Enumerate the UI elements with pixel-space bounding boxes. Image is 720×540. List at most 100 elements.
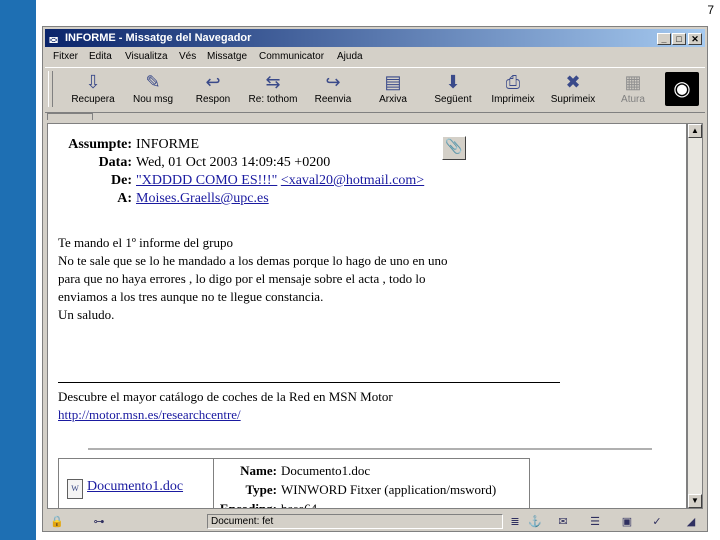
menu-fitxer[interactable]: Fitxer (53, 49, 78, 65)
paperclip-icon[interactable]: 📎 (442, 136, 466, 160)
connection-icon: ⊶ (93, 516, 105, 528)
print-icon: ⎙ (505, 72, 521, 92)
retrieve-mail-icon: ⇩ (85, 72, 101, 92)
stop-button[interactable]: ▦ Atura (605, 70, 661, 110)
offline-icon[interactable]: ≣ (505, 514, 525, 530)
maximize-button[interactable]: □ (672, 33, 686, 45)
date-value: Wed, 01 Oct 2003 14:09:45 +0200 (136, 155, 331, 170)
status-text: Document: fet (207, 514, 503, 529)
print-button[interactable]: ⎙ Imprimeix (485, 70, 541, 110)
to-label: A: (117, 191, 132, 206)
to-link[interactable]: Moises.Graells@upc.es (136, 190, 269, 208)
delete-icon: ✖ (565, 72, 581, 92)
reply-label: Respon (195, 94, 231, 105)
header-toggle-tab[interactable] (47, 113, 93, 120)
attachment-separator (88, 448, 652, 451)
status-bar: 🔒 ⊶ Document: fet ≣ ⚓ ✉ ☰ ▣ ✓ ◢ (45, 513, 705, 531)
slide-left-bar (0, 0, 36, 540)
attachment-encoding-value: base64 (281, 501, 318, 509)
reply-all-label: Re: tothom (248, 94, 298, 105)
next-icon: ⬇ (445, 72, 461, 92)
subject-value: INFORME (136, 137, 200, 152)
attachment-name-row: Name: Documento1.doc (215, 463, 370, 479)
reply-all-button[interactable]: ⇆ Re: tothom (245, 70, 301, 110)
body-line-4: enviamos a los tres aunque no te llegue … (58, 289, 324, 304)
attachment-type-label: Type: (245, 482, 277, 497)
body-line-1: Te mando el 1º informe del grupo (58, 235, 233, 250)
date-label: Data: (98, 155, 132, 170)
attachment-type-row: Type: WINWORD Fitxer (application/msword) (215, 482, 496, 498)
menu-visualitza[interactable]: Visualitza (125, 49, 168, 65)
navigator-icon[interactable]: ⚓ (525, 514, 545, 530)
print-label: Imprimeix (491, 94, 535, 105)
minimize-button[interactable]: _ (657, 33, 671, 45)
netscape-logo-icon[interactable]: ◉ (665, 72, 699, 106)
signature-text: Descubre el mayor catálogo de coches de … (58, 389, 393, 404)
forward-icon: ↪ (325, 72, 341, 92)
scroll-down-icon[interactable]: ▼ (688, 494, 702, 508)
new-message-label: Nou msg (132, 94, 173, 105)
toolbar: ⇩ Recupera ✎ Nou msg ↩ Respon ⇆ Re: toth… (45, 67, 705, 113)
reply-button[interactable]: ↩ Respon (185, 70, 241, 110)
delete-label: Suprimeix (550, 94, 596, 105)
new-message-button[interactable]: ✎ Nou msg (125, 70, 181, 110)
scroll-up-icon[interactable]: ▲ (688, 124, 702, 138)
mail-icon[interactable]: ✉ (553, 514, 573, 530)
message-pane: Assumpte: INFORME Data: Wed, 01 Oct 2003… (47, 123, 687, 509)
file-label: Arxiva (379, 94, 407, 105)
attachment-name-value: Documento1.doc (281, 463, 371, 478)
retrieve-label: Recupera (71, 94, 115, 105)
attachment-type-value: WINWORD Fitxer (application/msword) (281, 482, 497, 497)
from-value: "XDDDD COMO ES!!!" <xaval20@hotmail.com> (136, 172, 424, 190)
address-book-icon[interactable]: ▣ (617, 514, 637, 530)
body-line-5: Un saludo. (58, 307, 115, 322)
signature-link[interactable]: http://motor.msn.es/researchcentre/ (58, 406, 241, 424)
attachment-encoding-row: Encoding: base64 (215, 501, 318, 509)
toolbar-grip[interactable] (48, 71, 53, 107)
body-line-2: No te sale que se lo he mandado a los de… (58, 253, 448, 268)
file-button[interactable]: ▤ Arxiva (365, 70, 421, 110)
vertical-scrollbar[interactable]: ▲ ▼ (687, 123, 703, 509)
menu-ajuda[interactable]: Ajuda (337, 49, 363, 65)
header-toggle-strip (45, 113, 705, 121)
attachment-encoding-label: Encoding: (219, 501, 277, 509)
menu-communicator[interactable]: Communicator (259, 49, 324, 65)
window-title: INFORME - Missatge del Navegador (65, 32, 252, 44)
retrieve-button[interactable]: ⇩ Recupera (65, 70, 121, 110)
signature-rule (58, 382, 560, 383)
from-email-link[interactable]: <xaval20@hotmail.com> (281, 173, 424, 188)
newsgroups-icon[interactable]: ☰ (585, 514, 605, 530)
title-bar: ✉ INFORME - Missatge del Navegador _ □ ✕ (45, 29, 705, 47)
stop-icon: ▦ (624, 72, 642, 92)
from-name-link[interactable]: "XDDDD COMO ES!!!" (136, 173, 277, 188)
page-number: 7 (707, 3, 714, 17)
menu-bar: Fitxer Edita Visualitza Vés Missatge Com… (45, 49, 705, 65)
attachment-file: W Documento1.doc (59, 459, 214, 508)
menu-edita[interactable]: Edita (89, 49, 112, 65)
attachment-link[interactable]: Documento1.doc (87, 479, 183, 495)
menu-missatge[interactable]: Missatge (207, 49, 247, 65)
delete-button[interactable]: ✖ Suprimeix (545, 70, 601, 110)
stop-label: Atura (621, 94, 645, 105)
close-button[interactable]: ✕ (688, 33, 702, 45)
forward-label: Reenvia (314, 94, 352, 105)
from-label: De: (111, 173, 132, 188)
forward-button[interactable]: ↪ Reenvia (305, 70, 361, 110)
subject-label: Assumpte: (68, 137, 132, 152)
composer-icon[interactable]: ✓ (647, 514, 667, 530)
attachment-name-label: Name: (240, 463, 277, 478)
document-icon[interactable]: W (67, 479, 83, 499)
attachment-box: W Documento1.doc Name: Documento1.doc Typ… (58, 458, 530, 509)
reply-all-icon: ⇆ (265, 72, 281, 92)
message-window: ✉ INFORME - Missatge del Navegador _ □ ✕… (42, 26, 708, 532)
next-button[interactable]: ⬇ Següent (425, 70, 481, 110)
reply-icon: ↩ (205, 72, 221, 92)
next-label: Següent (434, 94, 472, 105)
menu-ves[interactable]: Vés (179, 49, 196, 65)
body-line-3: para que no haya errores , lo digo por e… (58, 271, 426, 286)
netscape-icon: ✉ (49, 35, 59, 47)
security-icon[interactable]: 🔒 (47, 514, 67, 530)
resize-grip-icon[interactable]: ◢ (681, 514, 701, 530)
new-message-icon: ✎ (145, 72, 161, 92)
file-icon: ▤ (384, 72, 402, 92)
